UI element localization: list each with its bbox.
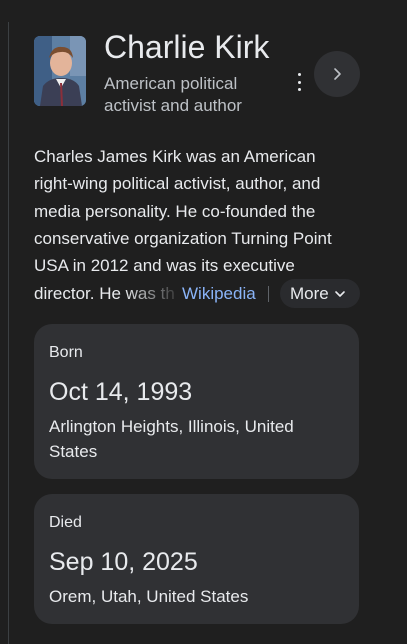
- died-fact-card[interactable]: Died Sep 10, 2025 Orem, Utah, United Sta…: [34, 494, 359, 624]
- fact-date: Oct 14, 1993: [49, 378, 193, 406]
- born-fact-card[interactable]: Born Oct 14, 1993 Arlington Heights, Ill…: [34, 324, 359, 479]
- fact-label: Died: [49, 514, 82, 531]
- fact-date: Sep 10, 2025: [49, 548, 198, 576]
- entity-description: Charles James Kirk was an American right…: [34, 143, 354, 279]
- description-faded-line: director. He was th: [34, 284, 175, 303]
- description-line: Charles James Kirk was an American: [34, 147, 316, 166]
- chevron-right-icon: [334, 68, 341, 80]
- description-line: conservative organization Turning Point: [34, 228, 332, 248]
- entity-thumbnail[interactable]: [34, 36, 86, 106]
- description-line: right-wing political activist, author, a…: [34, 174, 321, 194]
- description-footer: director. He was th Wikipedia More: [34, 279, 364, 308]
- entity-header: Charlie Kirk American political activist…: [34, 28, 364, 128]
- more-button-label: More: [290, 283, 329, 303]
- panel-divider: [8, 22, 9, 644]
- description-line: media personality. He co-founded the: [34, 201, 316, 221]
- chevron-down-icon: [334, 290, 345, 297]
- portrait-photo-icon: [34, 36, 86, 106]
- fact-label: Born: [49, 344, 83, 361]
- entity-subtitle: American political activist and author: [104, 74, 242, 115]
- more-vert-icon[interactable]: [292, 73, 306, 91]
- entity-title: Charlie Kirk: [104, 29, 270, 65]
- wikipedia-link[interactable]: Wikipedia: [182, 280, 256, 307]
- description-line: USA in 2012 and was its executive: [34, 256, 295, 276]
- knowledge-panel: Charlie Kirk American political activist…: [0, 0, 407, 644]
- next-result-button[interactable]: [314, 51, 360, 97]
- more-button[interactable]: More: [280, 279, 360, 308]
- link-divider: [268, 286, 269, 302]
- fact-place: Arlington Heights, Illinois, United Stat…: [49, 417, 294, 461]
- fact-place: Orem, Utah, United States: [49, 587, 249, 606]
